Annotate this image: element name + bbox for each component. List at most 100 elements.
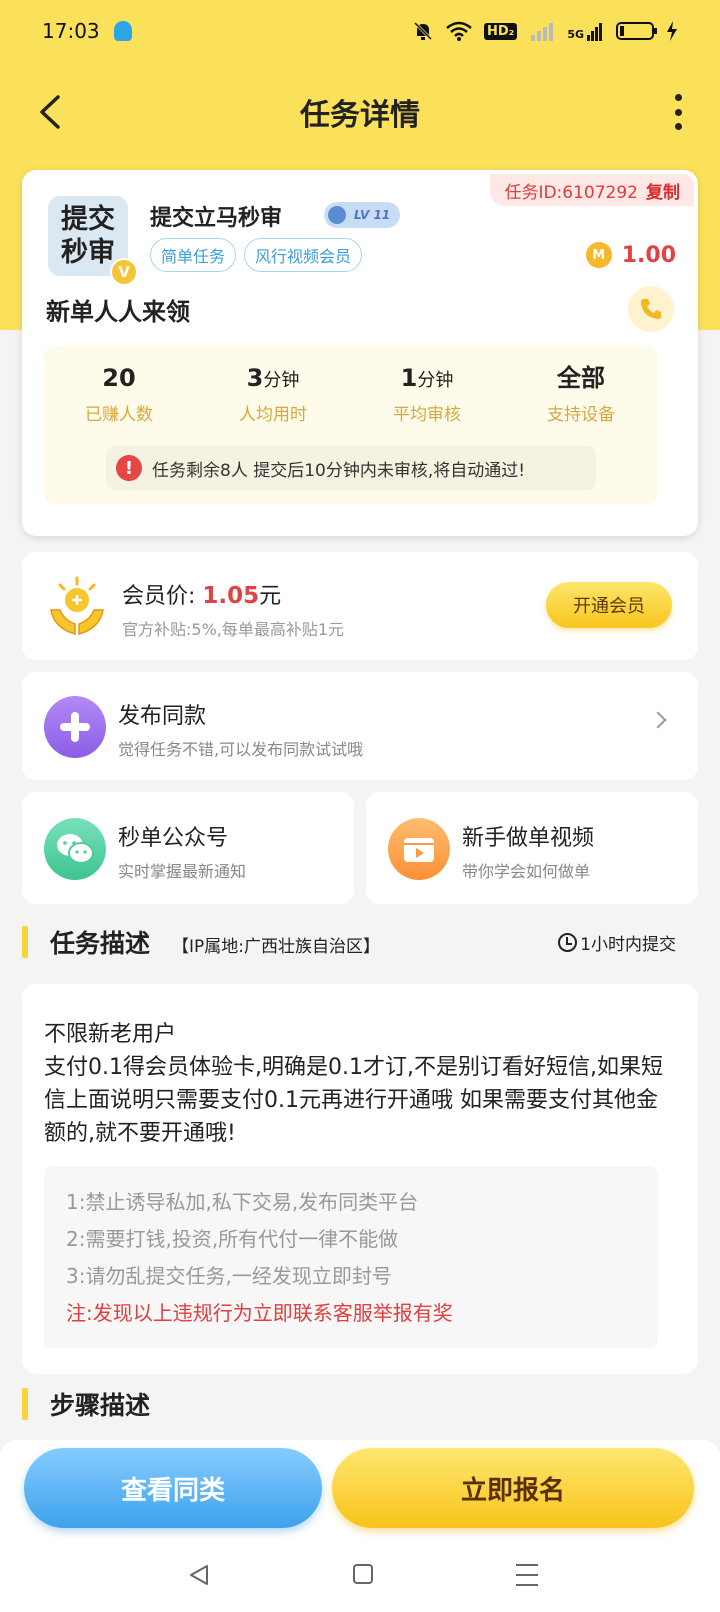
submit-deadline: 1小时内提交 — [558, 930, 676, 955]
rule-item: 3:请勿乱提交任务,一经发现立即封号 — [66, 1264, 392, 1288]
publish-same-card[interactable]: 发布同款 觉得任务不错,可以发布同款试试哦 — [22, 672, 698, 780]
official-account-card[interactable]: 秒单公众号 实时掌握最新通知 — [22, 792, 354, 904]
view-similar-button[interactable]: 查看同类 — [24, 1448, 322, 1528]
stat-avg-time: 3分钟 人均用时 — [198, 358, 348, 425]
level-badge: LV 11 — [324, 202, 400, 228]
rule-item: 2:需要打钱,投资,所有代付一律不能做 — [66, 1227, 399, 1251]
rule-item: 1:禁止诱导私加,私下交易,发布同类平台 — [66, 1190, 419, 1214]
mute-bell-icon — [413, 21, 432, 41]
charging-icon — [667, 21, 677, 41]
system-navigation-bar — [0, 1552, 720, 1602]
battery-icon — [616, 22, 657, 40]
tutorial-video-title: 新手做单视频 — [462, 826, 595, 851]
stat-value: 1 — [400, 364, 418, 392]
official-account-desc: 实时掌握最新通知 — [118, 862, 247, 881]
task-description-title: 任务描述 — [50, 929, 151, 958]
video-icon — [388, 818, 450, 880]
member-price-card: 会员价: 1.05元 官方补贴:5%,每单最高补贴1元 开通会员 — [22, 552, 698, 660]
task-notice: ! 任务剩余8人 提交后10分钟内未审核,将自动通过! — [106, 446, 596, 490]
back-arrow-icon — [40, 95, 60, 129]
task-name: 提交立马秒审 — [150, 206, 283, 231]
description-line: 不限新老用户 — [44, 1022, 177, 1047]
publish-desc: 觉得任务不错,可以发布同款试试哦 — [118, 740, 364, 759]
deadline-text: 1小时内提交 — [580, 935, 676, 955]
stat-label: 已赚人数 — [85, 405, 153, 425]
copy-id-button[interactable]: 复制 — [646, 178, 680, 203]
task-description-card: 不限新老用户 支付0.1得会员体验卡,明确是0.1才订,不是别订看好短信,如果短… — [22, 984, 698, 1374]
more-dot-icon — [674, 108, 682, 116]
stat-label: 支持设备 — [547, 405, 615, 425]
task-description-text: 不限新老用户 支付0.1得会员体验卡,明确是0.1才订,不是别订看好短信,如果短… — [44, 1018, 664, 1150]
status-bar: 17:03 HD₂ 5G — [0, 0, 720, 62]
coin-hands-icon — [50, 576, 104, 635]
system-recents-icon[interactable] — [516, 1564, 538, 1586]
member-price-unit: 元 — [259, 584, 282, 609]
member-price: 会员价: 1.05元 — [122, 578, 281, 610]
tutorial-video-card[interactable]: 新手做单视频 带你学会如何做单 — [366, 792, 698, 904]
chevron-right-icon — [649, 711, 667, 729]
wifi-icon — [446, 21, 472, 41]
back-button[interactable] — [26, 88, 74, 136]
ip-location: 【IP属地:广西壮族自治区】 — [172, 937, 380, 957]
system-back-icon[interactable] — [188, 1564, 210, 1586]
task-stats: 20 已赚人数 3分钟 人均用时 1分钟 平均审核 全部 支持设备 ! 任务剩余… — [44, 346, 658, 504]
signal-icon — [531, 23, 554, 41]
stat-value: 3 — [246, 364, 264, 392]
level-icon — [328, 206, 346, 224]
page-title: 任务详情 — [300, 98, 420, 133]
sign-up-button[interactable]: 立即报名 — [332, 1448, 694, 1528]
notice-text: 任务剩余8人 提交后10分钟内未审核,将自动通过! — [152, 460, 526, 481]
member-price-value: 1.05 — [202, 583, 260, 609]
stat-devices: 全部 支持设备 — [506, 358, 656, 425]
system-home-icon[interactable] — [353, 1564, 373, 1584]
tag-simple-task: 简单任务 — [150, 238, 237, 272]
more-dot-icon — [674, 94, 682, 101]
description-line: 支付0.1得会员体验卡,明确是0.1才订,不是别订看好短信,如果短信上面说明只需… — [44, 1055, 663, 1146]
section-marker — [22, 926, 28, 958]
reward-value: 1.00 — [621, 242, 676, 268]
stat-unit: 分钟 — [417, 370, 454, 391]
task-logo-line1: 提交 — [61, 204, 115, 235]
task-logo-line2: 秒审 — [61, 237, 115, 268]
stat-label: 平均审核 — [393, 405, 461, 425]
official-account-title: 秒单公众号 — [118, 826, 229, 851]
open-membership-button[interactable]: 开通会员 — [546, 582, 672, 628]
vip-badge-icon: V — [110, 258, 138, 286]
hd-icon: HD₂ — [483, 22, 518, 40]
stat-value: 全部 — [557, 364, 605, 392]
reward-amount: M 1.00 — [585, 242, 676, 268]
member-subsidy-desc: 官方补贴:5%,每单最高补贴1元 — [122, 620, 345, 639]
publish-title: 发布同款 — [118, 704, 207, 729]
contact-phone-button[interactable] — [628, 286, 674, 332]
clock-icon — [558, 933, 578, 952]
more-options-button[interactable] — [666, 94, 690, 130]
coin-icon: M — [585, 242, 612, 268]
stat-earned-count: 20 已赚人数 — [44, 358, 194, 425]
task-card: 任务ID:6107292 复制 提交 秒审 V 提交立马秒审 LV 11 简单任… — [22, 170, 698, 536]
steps-description-title: 步骤描述 — [50, 1391, 151, 1420]
task-id-text: 任务ID:6107292 — [504, 182, 638, 203]
plus-icon — [44, 696, 106, 758]
stat-label: 人均用时 — [239, 405, 307, 425]
nav-bar: 任务详情 — [0, 72, 720, 152]
task-id-badge: 任务ID:6107292 复制 — [490, 174, 694, 206]
status-time: 17:03 — [42, 19, 100, 43]
section-marker — [22, 1388, 28, 1420]
rule-warning: 注:发现以上违规行为立即联系客服举报有奖 — [66, 1301, 453, 1325]
5g-signal-icon: 5G — [567, 21, 604, 41]
qq-icon — [113, 21, 132, 41]
stat-unit: 分钟 — [263, 370, 300, 391]
task-subtitle: 新单人人来领 — [46, 298, 190, 326]
stat-value: 20 — [102, 364, 136, 392]
tag-category: 风行视频会员 — [244, 238, 363, 272]
level-text: LV 11 — [354, 208, 391, 222]
5g-label: 5G — [567, 28, 584, 41]
more-dot-icon — [674, 123, 682, 130]
bottom-action-bar: 查看同类 立即报名 — [0, 1440, 720, 1612]
status-icons: HD₂ 5G — [412, 20, 678, 42]
phone-icon — [641, 299, 661, 319]
stat-avg-review: 1分钟 平均审核 — [352, 358, 502, 425]
warning-icon: ! — [116, 455, 142, 481]
rules-box: 1:禁止诱导私加,私下交易,发布同类平台 2:需要打钱,投资,所有代付一律不能做… — [44, 1166, 658, 1348]
member-price-label: 会员价: — [122, 584, 196, 609]
